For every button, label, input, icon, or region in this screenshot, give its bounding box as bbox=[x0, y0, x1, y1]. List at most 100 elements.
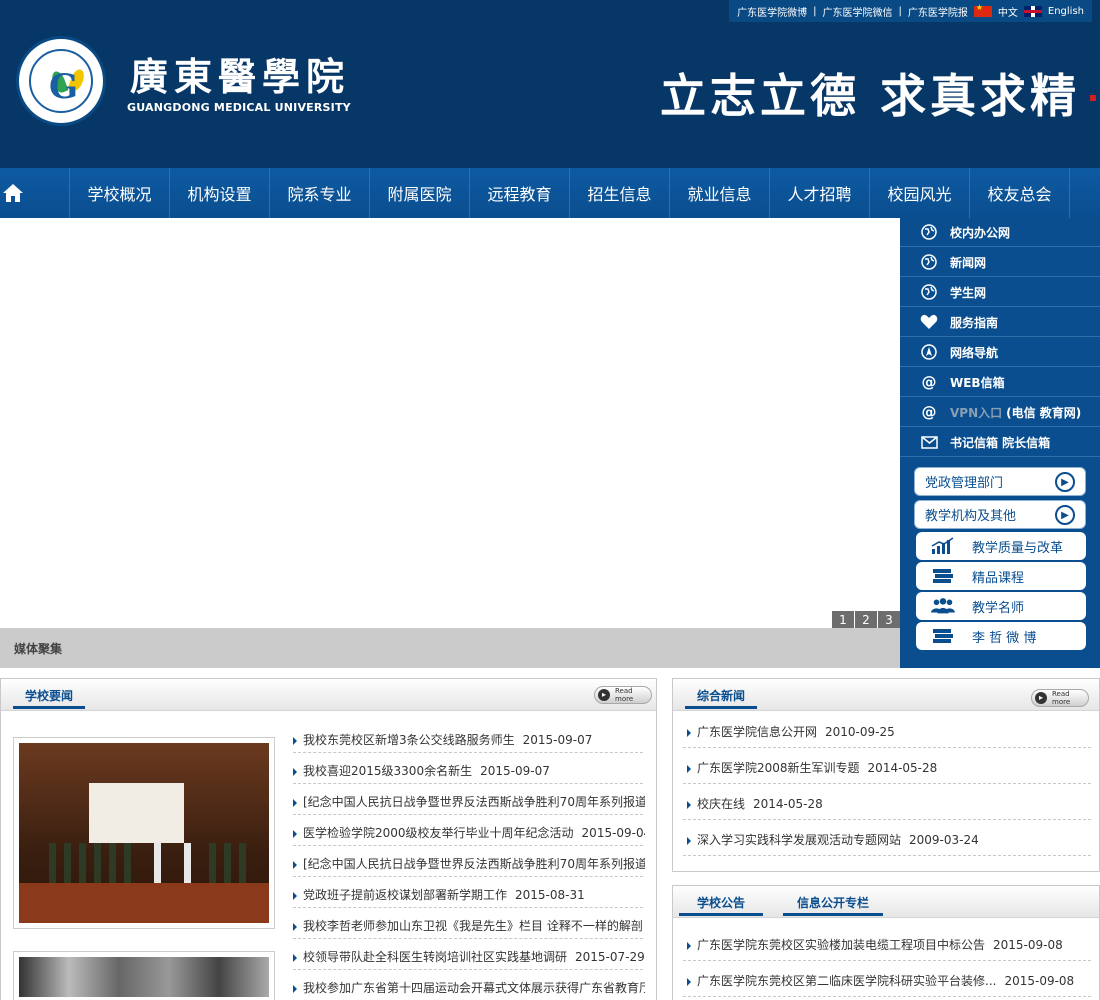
news-item[interactable]: 我校喜迎2015级3300余名新生 2015-09-07 bbox=[293, 762, 645, 779]
banner-slider[interactable] bbox=[0, 218, 900, 628]
china-flag-icon[interactable] bbox=[973, 3, 992, 17]
quick-link-service-guide[interactable]: 服务指南 bbox=[900, 308, 1100, 337]
university-logo[interactable]: G bbox=[16, 36, 106, 126]
quality-courses-button[interactable]: 精品课程 bbox=[916, 562, 1086, 590]
quick-link-student[interactable]: 学生网 bbox=[900, 278, 1100, 307]
pill-label: 教学机构及其他 bbox=[925, 509, 1017, 524]
bullet-triangle-icon bbox=[293, 953, 297, 962]
admin-departments-button[interactable]: 党政管理部门 ▶ bbox=[914, 467, 1086, 496]
news-item[interactable]: 我校李哲老师参加山东卫视《我是先生》栏目 诠释不一样的解剖 bbox=[293, 917, 645, 934]
school-name-en: GUANGDONG MEDICAL UNIVERSITY bbox=[127, 101, 351, 114]
nav-item-alumni[interactable]: 校友总会 bbox=[970, 168, 1070, 218]
news-item[interactable]: 医学检验学院2000级校友举行毕业十周年纪念活动 2015-09-04 bbox=[293, 824, 645, 841]
teaching-institutions-button[interactable]: 教学机构及其他 ▶ bbox=[914, 500, 1086, 529]
news-item[interactable]: 深入学习实践科学发展观活动专题网站 2009-03-24 bbox=[687, 831, 1087, 848]
divider bbox=[293, 969, 643, 970]
separator: | bbox=[813, 5, 817, 17]
divider bbox=[293, 938, 643, 939]
media-focus-label[interactable]: 媒体聚集 bbox=[14, 640, 62, 657]
bullet-triangle-icon bbox=[293, 798, 297, 807]
news-item[interactable]: 广东医学院东莞校区第二临床医学院科研实验平台装修... 2015-09-08 bbox=[687, 972, 1087, 989]
news-item[interactable]: [纪念中国人民抗日战争暨世界反法西斯战争胜利70周年系列报道 bbox=[293, 855, 645, 872]
quick-link-news[interactable]: 新闻网 bbox=[900, 248, 1100, 277]
nav-item-admissions[interactable]: 招生信息 bbox=[570, 168, 670, 218]
books-icon bbox=[930, 627, 956, 645]
bullet-triangle-icon bbox=[293, 891, 297, 900]
news-item[interactable]: 校庆在线 2014-05-28 bbox=[687, 795, 1087, 812]
quick-link-vpn[interactable]: @ VPN入口 (电信 教育网) bbox=[900, 398, 1100, 427]
news-item[interactable]: 党政班子提前返校谋划部署新学期工作 2015-08-31 bbox=[293, 886, 645, 903]
motto-calligraphy: 立志立德 求真求精 bbox=[660, 69, 1081, 123]
famous-teachers-button[interactable]: 教学名师 bbox=[916, 592, 1086, 620]
school-news-title[interactable]: 学校要闻 bbox=[13, 679, 86, 709]
box-header: 学校要闻 Read more bbox=[1, 679, 656, 711]
english-lang-link[interactable]: English bbox=[1048, 6, 1084, 17]
nav-item-departments[interactable]: 院系专业 bbox=[270, 168, 370, 218]
divider bbox=[293, 876, 643, 877]
tab-school-notices[interactable]: 学校公告 bbox=[679, 886, 764, 916]
divider bbox=[683, 855, 1091, 856]
at-icon: @ bbox=[921, 373, 937, 391]
pill-label: 教学名师 bbox=[972, 600, 1025, 616]
person bbox=[49, 843, 56, 883]
media-focus-bar: 媒体聚集 bbox=[0, 628, 900, 668]
tab-info-disclosure[interactable]: 信息公开专栏 bbox=[783, 886, 884, 916]
slider-page-3[interactable]: 3 bbox=[878, 611, 900, 628]
pill-label: 精品课程 bbox=[972, 570, 1025, 586]
quick-link-webmail[interactable]: @ WEB信箱 bbox=[900, 368, 1100, 397]
slider-page-1[interactable]: 1 bbox=[832, 611, 854, 628]
news-item[interactable]: [纪念中国人民抗日战争暨世界反法西斯战争胜利70周年系列报道 bbox=[293, 793, 645, 810]
envelope-icon bbox=[920, 433, 938, 451]
news-item[interactable]: 广东医学院信息公开网 2010-09-25 bbox=[687, 723, 1087, 740]
nav-item-organization[interactable]: 机构设置 bbox=[170, 168, 270, 218]
divider bbox=[683, 783, 1091, 784]
pill-label: 教学质量与改革 bbox=[972, 540, 1064, 556]
teaching-quality-button[interactable]: 教学质量与改革 bbox=[916, 532, 1086, 560]
separator: | bbox=[898, 5, 902, 17]
uk-flag-icon[interactable] bbox=[1023, 5, 1042, 17]
quick-link-office[interactable]: 校内办公网 bbox=[900, 218, 1100, 247]
weibo-link[interactable]: 广东医学院微博 bbox=[737, 4, 807, 19]
header: 广东医学院微博 | 广东医学院微信 | 广东医学院报 中文 English G … bbox=[0, 0, 1100, 168]
wechat-link[interactable]: 广东医学院微信 bbox=[823, 4, 893, 19]
bullet-triangle-icon bbox=[687, 941, 691, 950]
lizhe-weibo-button[interactable]: 李 哲 微 博 bbox=[916, 622, 1086, 650]
logo-ring: G bbox=[29, 49, 93, 113]
box-header: 学校公告 信息公开专栏 bbox=[673, 886, 1099, 918]
bullet-triangle-icon bbox=[293, 984, 297, 993]
news-item[interactable]: 广东医学院2008新生军训专题 2014-05-28 bbox=[687, 759, 1087, 776]
nav-home[interactable] bbox=[0, 168, 70, 218]
home-icon bbox=[3, 184, 23, 202]
quick-link-navigation[interactable]: 网络导航 bbox=[900, 338, 1100, 367]
person bbox=[184, 843, 191, 883]
arrow-right-icon: ▶ bbox=[1055, 505, 1075, 525]
newspaper-link[interactable]: 广东医学院报 bbox=[908, 4, 968, 19]
news-item[interactable]: 我校参加广东省第十四届运动会开幕式文体展示获得广东省教育厅 bbox=[293, 979, 645, 996]
quick-link-label: 校内办公网 bbox=[950, 225, 1011, 240]
news-item[interactable]: 广东医学院东莞校区实验楼加装电缆工程项目中标公告 2015-09-08 bbox=[687, 936, 1087, 953]
bullet-triangle-icon bbox=[687, 836, 691, 845]
news-photo-2[interactable] bbox=[13, 951, 275, 1000]
nav-item-recruitment[interactable]: 人才招聘 bbox=[770, 168, 870, 218]
bullet-triangle-icon bbox=[687, 977, 691, 986]
nav-item-hospitals[interactable]: 附属医院 bbox=[370, 168, 470, 218]
news-item[interactable]: 校领导带队赴全科医生转岗培训社区实践基地调研 2015-07-29 bbox=[293, 948, 645, 965]
nav-item-overview[interactable]: 学校概况 bbox=[70, 168, 170, 218]
nav-item-employment[interactable]: 就业信息 bbox=[670, 168, 770, 218]
bullet-triangle-icon bbox=[293, 829, 297, 838]
news-photo-1[interactable] bbox=[13, 737, 275, 929]
quick-link-label: 服务指南 bbox=[950, 315, 999, 330]
nav-item-distance-education[interactable]: 远程教育 bbox=[470, 168, 570, 218]
globe-icon bbox=[920, 253, 938, 271]
general-news-title[interactable]: 综合新闻 bbox=[685, 679, 758, 709]
news-item[interactable]: 我校东莞校区新增3条公交线路服务师生 2015-09-07 bbox=[293, 731, 645, 748]
chinese-lang-link[interactable]: 中文 bbox=[998, 4, 1018, 19]
quick-link-mailbox[interactable]: 书记信箱 院长信箱 bbox=[900, 428, 1100, 457]
bullet-triangle-icon bbox=[293, 922, 297, 931]
logo-glyph: G bbox=[49, 67, 79, 107]
read-more-button[interactable]: Read more bbox=[594, 686, 652, 704]
slider-page-2[interactable]: 2 bbox=[855, 611, 877, 628]
person bbox=[154, 843, 161, 883]
read-more-button[interactable]: Read more bbox=[1031, 689, 1089, 707]
nav-item-campus[interactable]: 校园风光 bbox=[870, 168, 970, 218]
